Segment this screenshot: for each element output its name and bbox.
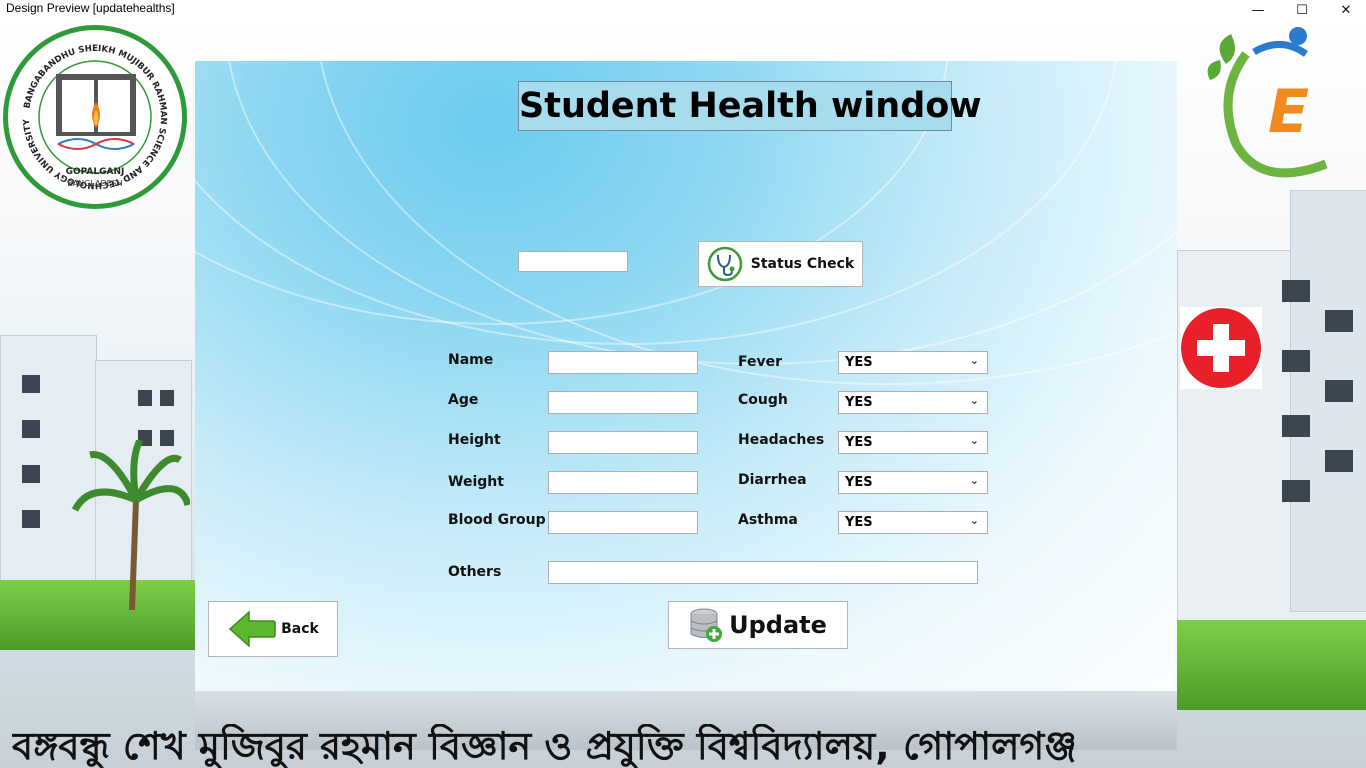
palm-tree-icon: [71, 440, 190, 610]
window-title: Design Preview [updatehealths]: [6, 1, 175, 15]
blood-group-input[interactable]: [548, 511, 698, 534]
app-logo: E: [1206, 24, 1334, 184]
maximize-icon[interactable]: ☐: [1280, 0, 1324, 20]
others-input[interactable]: [548, 561, 978, 584]
back-arrow-icon: [229, 610, 276, 648]
cough-label: Cough: [738, 392, 788, 408]
headaches-label: Headaches: [738, 432, 825, 448]
fever-value: YES: [845, 355, 873, 370]
university-name-banner: বঙ্গবন্ধু শেখ মুজিবুর রহমান বিজ্ঞান ও প্…: [12, 724, 1077, 768]
minimize-icon[interactable]: —: [1236, 0, 1280, 20]
main-panel: [195, 61, 1177, 691]
status-check-label: Status Check: [750, 256, 855, 272]
building-window: [1282, 480, 1310, 502]
app-logo-icon: E: [1207, 27, 1328, 178]
cough-value: YES: [845, 395, 873, 410]
height-input[interactable]: [548, 431, 698, 454]
university-logo: BANGABANDHU SHEIKH MUJIBUR RAHMAN SCIENC…: [3, 25, 187, 209]
status-check-button[interactable]: Status Check: [698, 241, 863, 287]
medical-cross-logo: [1180, 307, 1262, 389]
building-window: [1282, 350, 1310, 372]
weight-label: Weight: [448, 474, 504, 490]
university-city: GOPALGANJ: [65, 167, 125, 177]
blood-group-label: Blood Group: [448, 512, 546, 528]
asthma-label: Asthma: [738, 512, 798, 528]
chevron-down-icon: ⌄: [969, 514, 979, 527]
close-icon[interactable]: ✕: [1324, 0, 1366, 20]
chevron-down-icon: ⌄: [969, 434, 979, 447]
asthma-select[interactable]: YES ⌄: [838, 511, 988, 534]
student-id-input[interactable]: [518, 251, 628, 272]
building-window: [1282, 280, 1310, 302]
name-label: Name: [448, 352, 494, 368]
diarrhea-label: Diarrhea: [738, 472, 807, 488]
update-label: Update: [729, 611, 827, 639]
right-grass: [1177, 620, 1366, 710]
back-button[interactable]: Back: [208, 601, 338, 657]
building-window: [138, 390, 152, 406]
chevron-down-icon: ⌄: [969, 354, 979, 367]
page-title: Student Health window: [518, 81, 982, 131]
window-title-bar: Design Preview [updatehealths] — ☐ ✕: [0, 0, 1366, 20]
back-label: Back: [281, 621, 319, 637]
age-label: Age: [448, 392, 479, 408]
university-country: BANGLADESH: [67, 179, 123, 188]
cough-select[interactable]: YES ⌄: [838, 391, 988, 414]
chevron-down-icon: ⌄: [969, 474, 979, 487]
others-label: Others: [448, 564, 502, 580]
asthma-value: YES: [845, 515, 873, 530]
name-input[interactable]: [548, 351, 698, 374]
weight-input[interactable]: [548, 471, 698, 494]
building-window: [1325, 310, 1353, 332]
chevron-down-icon: ⌄: [969, 394, 979, 407]
diarrhea-select[interactable]: YES ⌄: [838, 471, 988, 494]
diarrhea-value: YES: [845, 475, 873, 490]
age-input[interactable]: [548, 391, 698, 414]
svg-text:E: E: [1268, 77, 1309, 147]
building-window: [1325, 450, 1353, 472]
database-add-icon: [690, 608, 723, 642]
building-window: [22, 510, 40, 528]
university-seal-icon: BANGABANDHU SHEIKH MUJIBUR RAHMAN SCIENC…: [15, 37, 175, 197]
fever-label: Fever: [738, 354, 783, 370]
red-cross-icon: [1181, 308, 1261, 388]
update-button[interactable]: Update: [668, 601, 848, 649]
fever-select[interactable]: YES ⌄: [838, 351, 988, 374]
building-window: [1325, 380, 1353, 402]
building-window: [22, 375, 40, 393]
stethoscope-icon: [707, 246, 743, 282]
headaches-value: YES: [845, 435, 873, 450]
building-window: [22, 420, 40, 438]
headaches-select[interactable]: YES ⌄: [838, 431, 988, 454]
building-window: [160, 390, 174, 406]
building-window: [1282, 415, 1310, 437]
height-label: Height: [448, 432, 501, 448]
building-window: [22, 465, 40, 483]
